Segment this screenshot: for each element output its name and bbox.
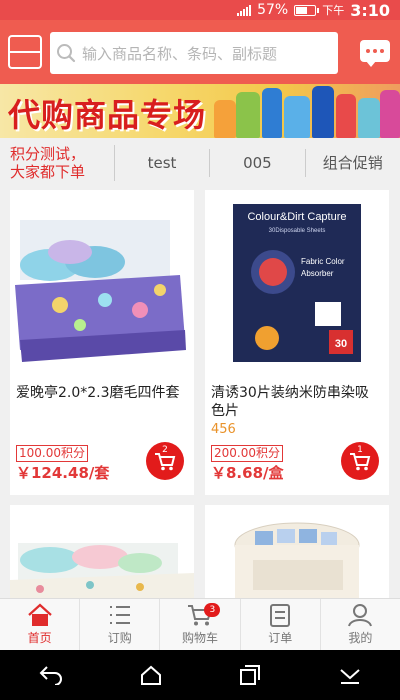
product-image-color-absorber: Colour&Dirt Capture 30Disposable Sheets …: [205, 190, 389, 380]
box-text-2: Absorber: [301, 269, 334, 278]
box-title: Colour&Dirt Capture: [247, 211, 346, 223]
product-name: 清诱30片装纳米防串染吸色片: [211, 385, 369, 419]
tab-label: 订单: [268, 631, 293, 645]
bottom-tab-bar: 首页 订购 3 购物车 订单 我的: [0, 598, 400, 650]
tab-test[interactable]: test: [115, 149, 211, 177]
product-image-bedding: [10, 190, 194, 380]
search-icon: [57, 44, 76, 63]
cart-badge: 3: [204, 603, 221, 617]
home-icon[interactable]: [140, 665, 162, 685]
tab-label-line2: 大家都下单: [10, 163, 86, 181]
system-nav-bar: [0, 650, 400, 700]
status-bar: 57% 下午 3:10: [0, 0, 400, 20]
banner-products-image: [212, 84, 400, 138]
home-icon: [27, 603, 52, 626]
tab-profile[interactable]: 我的: [321, 599, 400, 650]
time-ampm: 下午: [322, 4, 345, 17]
tab-label: 订购: [107, 631, 132, 645]
cart-count: 1: [357, 445, 363, 455]
product-price: ￥8.68/盒: [211, 464, 284, 482]
tab-order-goods[interactable]: 订购: [80, 599, 161, 650]
product-name: 爱晚亭2.0*2.3磨毛四件套: [16, 385, 180, 401]
tab-orders[interactable]: 订单: [241, 599, 321, 650]
category-tabs: 积分测试， 大家都下单 test 005 组合促销: [0, 138, 400, 188]
tab-cart[interactable]: 3 购物车: [160, 599, 241, 650]
chat-dot-icon: [380, 49, 384, 53]
tab-label-line1: 积分测试，: [10, 145, 86, 163]
tab-005[interactable]: 005: [210, 149, 306, 177]
product-points: 200.00积分: [211, 445, 283, 462]
tab-label: 首页: [27, 631, 52, 645]
recent-apps-icon[interactable]: [239, 665, 261, 685]
tab-points-test[interactable]: 积分测试， 大家都下单: [0, 145, 115, 181]
product-card[interactable]: Colour&Dirt Capture 30Disposable Sheets …: [205, 190, 389, 495]
search-input[interactable]: 输入商品名称、条码、副标题: [50, 32, 338, 74]
chat-dot-icon: [373, 49, 377, 53]
add-to-cart-button[interactable]: 1: [341, 442, 379, 480]
box-number: 30: [335, 338, 347, 350]
signal-icon: [237, 4, 252, 16]
product-points: 100.00积分: [16, 445, 88, 462]
product-card[interactable]: [205, 505, 389, 598]
product-card[interactable]: 爱晚亭2.0*2.3磨毛四件套 100.00积分 ￥124.48/套 2: [10, 190, 194, 495]
product-price: ￥124.48/套: [16, 464, 110, 482]
clock: 3:10: [350, 0, 390, 20]
product-image-bedding-floral: [10, 505, 194, 598]
product-card[interactable]: [10, 505, 194, 598]
app-header: 输入商品名称、条码、副标题: [0, 20, 400, 84]
back-icon[interactable]: [39, 665, 63, 685]
category-menu-button[interactable]: [8, 35, 42, 69]
battery-percent: 57%: [257, 2, 289, 18]
product-image-storage-box: [205, 505, 389, 598]
battery-icon: [294, 4, 320, 16]
list-icon: [109, 606, 130, 624]
order-icon: [270, 604, 291, 627]
message-button[interactable]: [360, 40, 390, 67]
box-text-1: Fabric Color: [301, 257, 345, 266]
add-to-cart-button[interactable]: 2: [146, 442, 184, 480]
banner-title: 代购商品专场: [8, 96, 207, 134]
tab-label: 购物车: [182, 631, 219, 645]
promo-banner[interactable]: 代购商品专场: [0, 84, 400, 138]
hide-keyboard-icon[interactable]: [338, 665, 362, 685]
user-icon: [348, 604, 373, 627]
chat-dot-icon: [366, 49, 370, 53]
cart-count: 2: [162, 445, 168, 455]
tab-combo-promo[interactable]: 组合促销: [306, 149, 400, 177]
search-placeholder: 输入商品名称、条码、副标题: [82, 44, 278, 63]
product-extra: 456: [211, 422, 236, 437]
box-subtitle: 30Disposable Sheets: [269, 228, 326, 234]
tab-home[interactable]: 首页: [0, 599, 81, 650]
tab-label: 我的: [348, 631, 373, 645]
